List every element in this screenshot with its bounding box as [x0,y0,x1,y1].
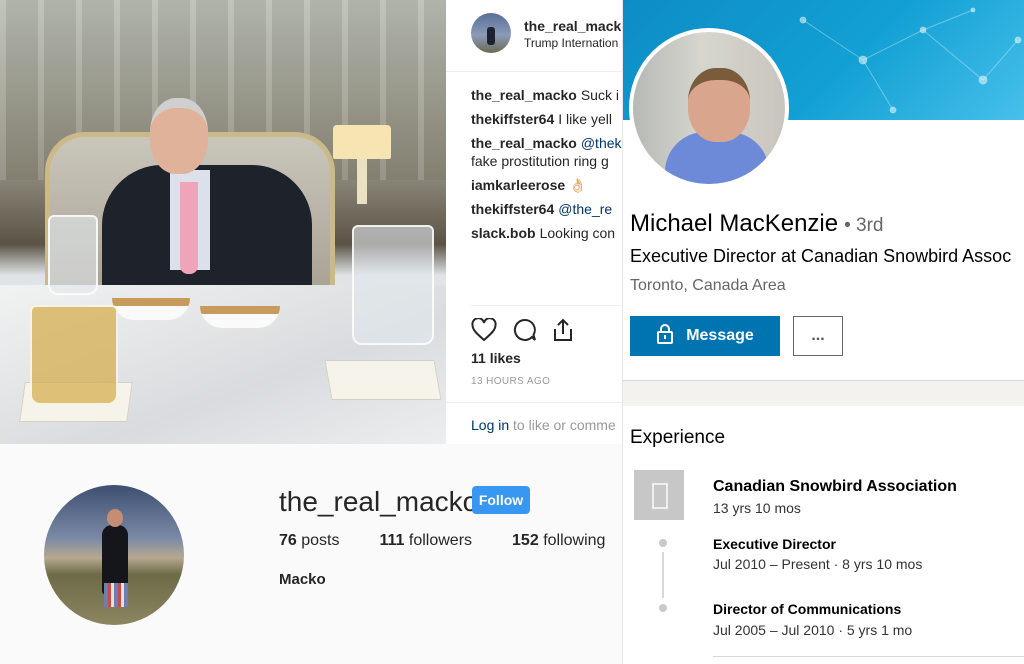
following-stat[interactable]: 152 following [512,532,605,550]
login-prompt-text: to like or comme [513,417,616,433]
comment-username[interactable]: the_real_macko [471,135,577,151]
comment-item: the_real_macko Suck i [471,86,622,104]
timeline-dot [659,539,667,547]
message-button[interactable]: Message [630,316,780,356]
photo-person-tie [180,182,198,274]
login-prompt: Log in to like or comme [446,402,622,444]
section-bottom-divider [713,656,1024,657]
posts-label: posts [301,532,340,549]
following-count: 152 [512,532,539,549]
role-dates: Jul 2005 – Jul 2010 · 5 yrs 1 mo [713,622,913,638]
followers-stat[interactable]: 111 followers [380,532,473,550]
likes-count[interactable]: 11 likes [471,350,521,366]
connection-degree: • 3rd [844,215,884,236]
post-username[interactable]: the_real_mack [524,18,621,34]
photo-glass [48,215,98,295]
comment-text: Suck i [580,87,619,103]
instagram-profile-header: the_real_macko Follow 76 posts 111 follo… [0,444,622,664]
photo-lamp-stem [357,159,367,204]
comment-icon[interactable] [511,318,537,342]
profile-stats: 76 posts 111 followers 152 following [279,532,645,550]
posts-count: 76 [279,532,297,549]
role-title: Director of Communications [713,601,902,617]
more-actions-button[interactable]: ... [793,316,843,356]
followers-label: followers [408,532,473,549]
post-location[interactable]: Trump Internation [524,36,618,50]
post-timestamp: 13 HOURS AGO [471,376,551,387]
comment-text: I like yell [558,111,612,127]
photo-whiskey-glass [30,305,118,405]
profile-headline: Executive Director at Canadian Snowbird … [630,246,1012,266]
comment-username[interactable]: the_real_macko [471,87,577,103]
company-logo-icon[interactable] [634,470,684,520]
timeline-line [662,552,664,598]
comment-mention[interactable]: @thek [581,135,622,151]
follow-button[interactable]: Follow [472,486,530,514]
photo-coaster [324,360,442,400]
profile-avatar[interactable] [44,485,184,625]
comment-username[interactable]: thekiffster64 [471,111,554,127]
comment-username[interactable]: iamkarleerose [471,177,565,193]
role-dates: Jul 2010 – Present · 8 yrs 10 mos [713,556,923,572]
banner-network-pattern [799,7,1022,114]
login-link[interactable]: Log in [471,417,509,433]
posts-stat: 76 posts [279,532,340,550]
following-label: following [543,532,606,549]
profile-name-row: Michael MacKenzie • 3rd [630,210,884,238]
comment-text: Looking con [539,225,616,241]
followers-count: 111 [379,532,405,549]
photo-person-head [150,98,208,174]
post-header: the_real_mack Trump Internation [446,0,622,72]
comment-mention[interactable]: @the_re [558,201,612,217]
share-icon[interactable] [551,317,575,343]
photo-glass [352,225,434,345]
instagram-post-panel: the_real_mack Trump Internation the_real… [446,0,622,444]
company-duration: 13 yrs 10 mos [713,500,801,516]
profile-username: the_real_macko [279,486,479,517]
experience-heading: Experience [630,427,726,448]
comment-item: thekiffster64 @the_re [471,200,622,218]
section-divider [623,380,1024,406]
comment-item: the_real_macko @thek fake prostitution ri… [471,134,622,170]
comment-text: fake prostitution ring g [471,153,609,169]
profile-full-name: Macko [279,571,326,588]
profile-location: Toronto, Canada Area [630,277,786,294]
comment-list: the_real_macko Suck i thekiffster64 I like… [471,86,622,248]
photo-lamp [333,125,391,159]
avatar-figure-head [107,509,123,527]
heart-icon[interactable] [471,318,497,342]
comment-username[interactable]: slack.bob [471,225,536,241]
role-title: Executive Director [713,536,836,552]
comment-item: slack.bob Looking con [471,224,622,242]
avatar-figure-shorts [104,583,128,607]
linkedin-profile: Michael MacKenzie • 3rd Executive Directo… [622,0,1024,664]
photo-person-face [688,68,750,142]
photo-bowl [200,306,280,328]
action-icons [471,316,622,344]
comment-text: 👌🏻 [569,177,587,193]
comment-username[interactable]: thekiffster64 [471,201,554,217]
avatar[interactable] [471,13,511,53]
timeline-dot [659,604,667,612]
comment-item: thekiffster64 I like yell [471,110,622,128]
post-actions [471,305,622,344]
lock-icon [656,323,674,349]
company-name[interactable]: Canadian Snowbird Association [713,478,957,496]
profile-photo[interactable] [629,28,789,188]
profile-name: Michael MacKenzie [630,210,839,237]
message-button-label: Message [686,327,754,344]
photo-bowl [112,298,190,320]
comment-item: iamkarleerose 👌🏻 [471,176,622,194]
instagram-post-photo[interactable] [0,0,446,444]
